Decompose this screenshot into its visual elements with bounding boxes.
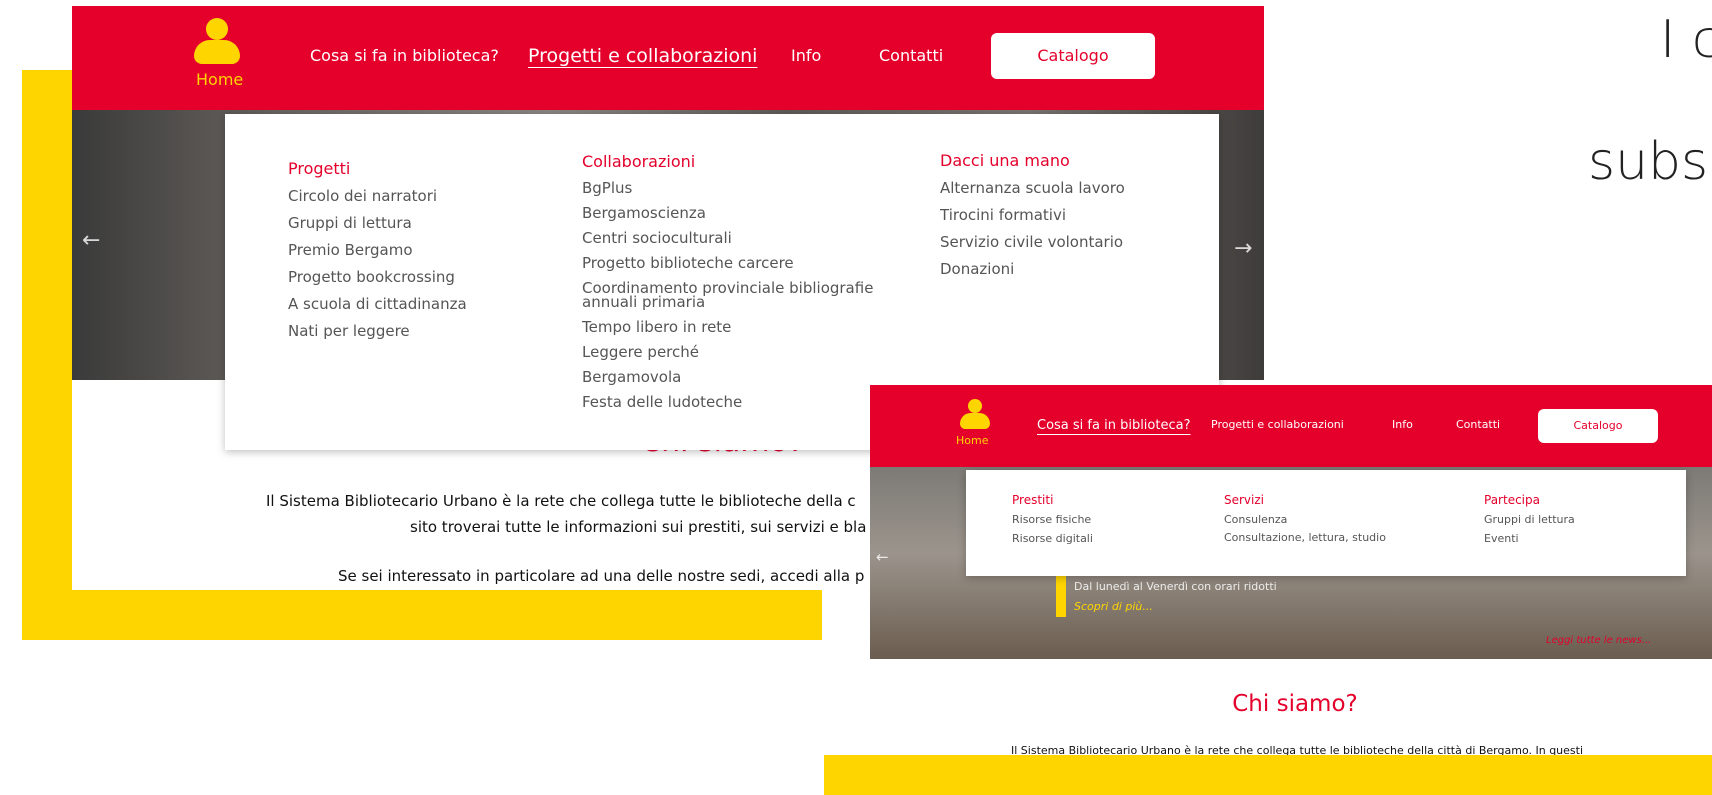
large-header: Home Cosa si fa in biblioteca? Progetti … <box>72 6 1264 110</box>
dropdown-item[interactable]: Risorse fisiche <box>1012 513 1091 526</box>
slide-accent-bar <box>1056 575 1066 617</box>
small-dropdown-menu: Prestiti Risorse fisiche Risorse digital… <box>966 470 1686 576</box>
arrow-right-icon[interactable]: → <box>1234 236 1252 261</box>
dropdown-item[interactable]: A scuola di cittadinanza <box>288 295 467 313</box>
logo-icon <box>206 18 228 40</box>
dropdown-item[interactable]: Bergamoscienza <box>582 204 706 222</box>
logo-home-label: Home <box>196 70 244 89</box>
dropdown-item[interactable]: Tirocini formativi <box>940 206 1066 224</box>
nav-cosa-si-fa[interactable]: Cosa si fa in biblioteca? <box>310 46 499 65</box>
small-paragraph-line1: Il Sistema Bibliotecario Urbano è la ret… <box>1011 744 1584 755</box>
dropdown-col-title-progetti[interactable]: Progetti <box>288 159 350 178</box>
catalog-button[interactable]: Catalogo <box>991 33 1155 79</box>
dropdown-item[interactable]: Progetto bookcrossing <box>288 268 455 286</box>
small-screenshot: Home Cosa si fa in biblioteca? Progetti … <box>870 385 1712 755</box>
dropdown-item[interactable]: Consultazione, lettura, studio <box>1224 531 1386 544</box>
dropdown-col-title-servizi[interactable]: Servizi <box>1224 493 1264 507</box>
slide-link[interactable]: Scopri di più... <box>1074 600 1153 613</box>
logo-body-icon <box>960 413 990 429</box>
dropdown-item[interactable]: Centri socioculturali <box>582 229 732 247</box>
dropdown-item[interactable]: Alternanza scuola lavoro <box>940 179 1125 197</box>
side-text-line2: subse <box>1588 132 1712 192</box>
nav-contatti[interactable]: Contatti <box>1456 418 1500 431</box>
large-logo[interactable]: Home <box>182 18 252 98</box>
large-paragraph-line1: Il Sistema Bibliotecario Urbano è la ret… <box>266 492 856 510</box>
dropdown-item[interactable]: Gruppi di lettura <box>288 214 412 232</box>
small-header: Home Cosa si fa in biblioteca? Progetti … <box>870 385 1712 467</box>
dropdown-item[interactable]: Premio Bergamo <box>288 241 413 259</box>
dropdown-col-title-collaborazioni[interactable]: Collaborazioni <box>582 152 695 171</box>
dropdown-item[interactable]: Gruppi di lettura <box>1484 513 1575 526</box>
large-paragraph-line2: sito troverai tutte le informazioni sui … <box>410 518 867 536</box>
slide-text: Dal lunedì al Venerdì con orari ridotti <box>1074 580 1277 593</box>
dropdown-item[interactable]: Nati per leggere <box>288 322 410 340</box>
side-text-line1: I c <box>1660 10 1712 70</box>
arrow-left-icon[interactable]: ← <box>876 548 889 566</box>
logo-icon <box>968 399 982 413</box>
dropdown-item[interactable]: Progetto biblioteche carcere <box>582 254 794 272</box>
news-link[interactable]: Leggi tutte le news... <box>1546 635 1651 646</box>
logo-body-icon <box>194 40 240 64</box>
dropdown-item[interactable]: Festa delle ludoteche <box>582 393 742 411</box>
nav-info[interactable]: Info <box>1392 418 1413 431</box>
dropdown-item[interactable]: annuali primaria <box>582 293 705 311</box>
dropdown-col-title-partecipa[interactable]: Partecipa <box>1484 493 1540 507</box>
logo-home-label: Home <box>956 434 989 447</box>
dropdown-item[interactable]: Bergamovola <box>582 368 681 386</box>
dropdown-item[interactable]: Circolo dei narratori <box>288 187 437 205</box>
dropdown-item[interactable]: Tempo libero in rete <box>582 318 731 336</box>
nav-contatti[interactable]: Contatti <box>879 46 943 65</box>
dropdown-item[interactable]: Eventi <box>1484 532 1519 545</box>
small-logo[interactable]: Home <box>950 399 1000 459</box>
nav-progetti[interactable]: Progetti e collaborazioni <box>1211 418 1344 431</box>
catalog-button[interactable]: Catalogo <box>1538 409 1658 443</box>
dropdown-item[interactable]: BgPlus <box>582 179 632 197</box>
dropdown-item[interactable]: Leggere perché <box>582 343 699 361</box>
yellow-backdrop-bottom <box>824 755 1712 795</box>
dropdown-item[interactable]: Consulenza <box>1224 513 1287 526</box>
nav-info[interactable]: Info <box>791 46 821 65</box>
dropdown-item[interactable]: Risorse digitali <box>1012 532 1093 545</box>
nav-progetti[interactable]: Progetti e collaborazioni <box>528 45 757 67</box>
small-heading: Chi siamo? <box>1232 691 1358 717</box>
nav-cosa-si-fa[interactable]: Cosa si fa in biblioteca? <box>1037 418 1190 433</box>
large-paragraph-line3: Se sei interessato in particolare ad una… <box>338 567 865 585</box>
dropdown-col-title-prestiti[interactable]: Prestiti <box>1012 493 1053 507</box>
dropdown-item[interactable]: Donazioni <box>940 260 1014 278</box>
dropdown-item[interactable]: Servizio civile volontario <box>940 233 1123 251</box>
dropdown-col-title-dacci-una-mano[interactable]: Dacci una mano <box>940 151 1070 170</box>
arrow-left-icon[interactable]: ← <box>82 228 100 253</box>
